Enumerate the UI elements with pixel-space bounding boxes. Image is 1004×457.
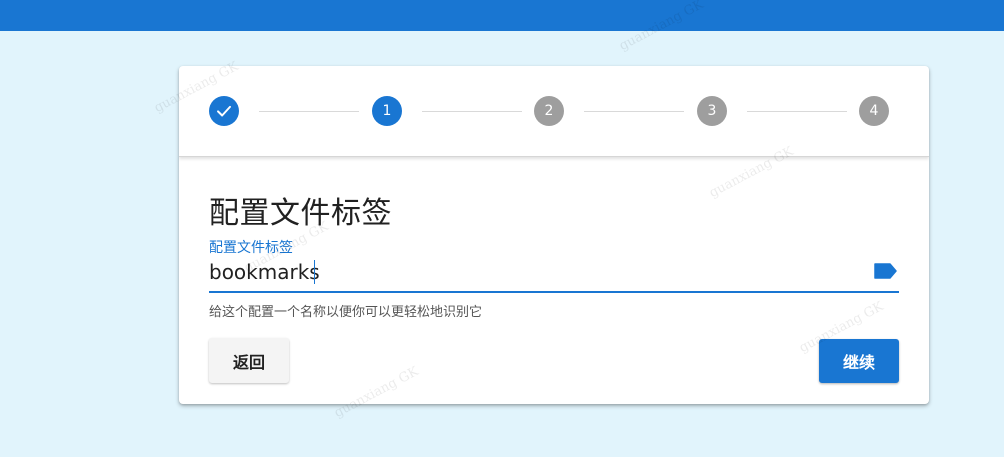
profile-label-input[interactable] xyxy=(209,259,869,285)
helper-text: 给这个配置一个名称以便你可以更轻松地识别它 xyxy=(209,305,483,320)
page-title: 配置文件标签 xyxy=(209,196,392,231)
continue-button[interactable]: 继续 xyxy=(819,339,899,383)
step-3[interactable]: 3 xyxy=(697,96,727,126)
step-connector xyxy=(259,111,359,112)
step-connector xyxy=(422,111,522,112)
setup-card: 1 2 3 4 配置文件标签 配置文件标签 给这个配置一个名称以便你可以更轻松地… xyxy=(179,66,929,404)
step-connector xyxy=(584,111,684,112)
text-caret xyxy=(314,260,315,284)
top-app-bar xyxy=(0,0,1004,31)
step-completed[interactable] xyxy=(209,96,239,126)
step-connector xyxy=(747,111,847,112)
check-icon xyxy=(217,105,231,117)
input-underline xyxy=(209,291,899,293)
step-1[interactable]: 1 xyxy=(372,96,402,126)
label-icon xyxy=(874,263,897,279)
step-4[interactable]: 4 xyxy=(859,96,889,126)
step-2[interactable]: 2 xyxy=(534,96,564,126)
stepper: 1 2 3 4 xyxy=(179,66,929,157)
back-button[interactable]: 返回 xyxy=(209,338,289,383)
profile-label-field-label: 配置文件标签 xyxy=(209,240,293,256)
